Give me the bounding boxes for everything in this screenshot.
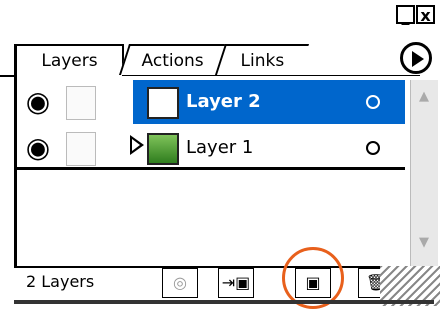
layer-name: Layer 1 [186,137,254,158]
minimize-button[interactable]: _ [396,5,415,25]
layer-thumbnail [147,133,179,165]
tab-links[interactable]: Links [214,44,310,75]
panel-menu-button[interactable] [400,42,432,74]
eye-icon[interactable]: ◉ [20,84,56,120]
close-button[interactable]: x [416,5,435,25]
scroll-down-icon[interactable]: ▼ [413,232,435,254]
tab-actions-label: Actions [141,51,204,71]
tab-layers[interactable]: Layers [14,44,124,78]
expand-triangle-icon[interactable] [130,135,144,155]
target-icon[interactable] [366,141,380,155]
play-icon [412,51,424,67]
scroll-up-icon[interactable]: ▲ [413,86,435,108]
layer-count: 2 Layers [26,272,95,291]
lock-toggle[interactable] [66,86,96,120]
eye-icon[interactable]: ◉ [20,130,56,166]
make-clipping-mask-button[interactable]: ◎ [162,268,198,298]
lock-toggle[interactable] [66,132,96,166]
target-icon[interactable] [366,95,380,109]
tab-links-label: Links [240,51,285,71]
create-sublayer-button[interactable]: ⇥▣ [218,268,254,298]
bottom-border [14,300,434,304]
layer-name: Layer 2 [186,91,261,112]
tab-actions[interactable]: Actions [118,44,226,75]
layer-thumbnail [147,87,179,119]
